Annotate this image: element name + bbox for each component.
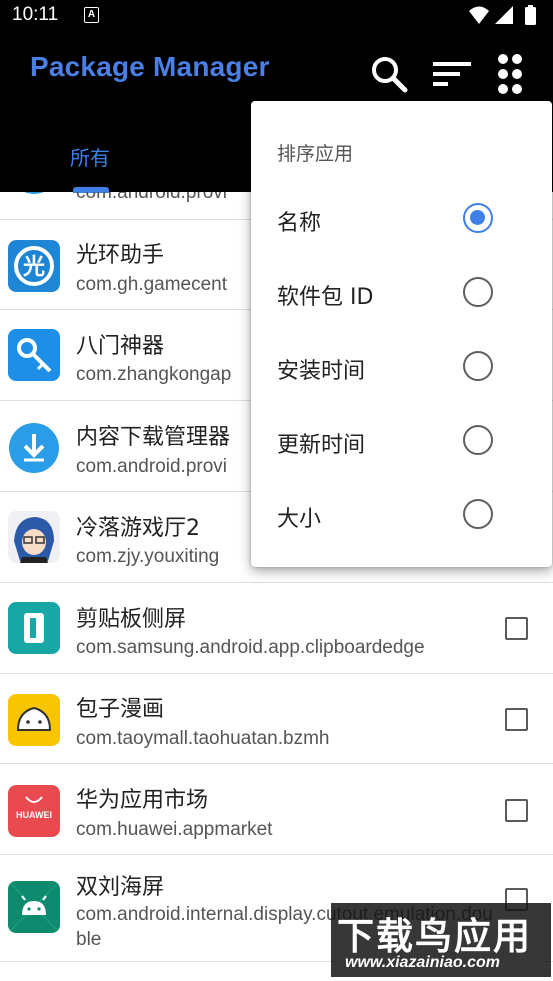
sort-option-name[interactable]: 名称 [251, 187, 552, 261]
app-name: 八门神器 [76, 334, 165, 359]
android-app-icon [8, 881, 60, 933]
select-checkbox[interactable] [505, 708, 528, 731]
status-bar: 10:11 A [0, 0, 553, 30]
huawei-app-icon: HUAWEI [8, 785, 60, 837]
wifi-icon [469, 6, 489, 24]
sort-option-size[interactable]: 大小 [251, 483, 552, 557]
sort-option-label: 软件包 ID [277, 285, 374, 310]
radio[interactable] [463, 425, 493, 455]
app-package: com.android.provi [76, 192, 228, 203]
guanghuan-app-icon: 光 [8, 240, 60, 292]
app-package: com.zjy.youxiting [76, 546, 220, 567]
svg-text:光: 光 [22, 255, 45, 280]
select-checkbox[interactable] [505, 799, 528, 822]
huawei-logo-text: HUAWEI [16, 810, 52, 820]
signal-icon [495, 6, 513, 24]
partial-app-icon [8, 192, 60, 194]
sort-option-label: 更新时间 [277, 433, 366, 458]
sort-option-update-time[interactable]: 更新时间 [251, 409, 552, 483]
app-title: Package Manager [30, 51, 270, 82]
list-item[interactable]: 剪贴板侧屏 com.samsung.android.app.clipboarde… [0, 584, 553, 674]
download-app-icon [8, 422, 60, 474]
app-name: 内容下载管理器 [76, 425, 231, 450]
notification-icon: A [84, 7, 99, 23]
watermark-text: 下载鸟应用 [337, 915, 532, 958]
select-checkbox[interactable] [505, 617, 528, 640]
app-package: com.gh.gamecent [76, 274, 228, 295]
sort-option-install-time[interactable]: 安装时间 [251, 335, 552, 409]
sort-menu: 排序应用 名称 软件包 ID 安装时间 更新时间 大小 [251, 101, 552, 567]
battery-icon [525, 5, 536, 25]
watermark-url: www.xiazainiao.com [345, 954, 501, 971]
sort-icon[interactable] [430, 52, 474, 96]
app-name: 光环助手 [76, 243, 165, 268]
list-item[interactable]: 包子漫画 com.taoymall.taohuatan.bzmh [0, 674, 553, 764]
app-package: com.android.provi [76, 456, 228, 477]
tab-all[interactable]: 所有 [70, 142, 110, 171]
app-package: com.zhangkongap [76, 364, 232, 385]
app-name: 冷落游戏厅2 [76, 516, 200, 541]
radio[interactable] [463, 277, 493, 307]
baozi-app-icon [8, 694, 60, 746]
status-time: 10:11 [12, 4, 59, 25]
clipboard-app-icon [8, 602, 60, 654]
sort-option-label: 大小 [277, 507, 322, 532]
list-item[interactable]: HUAWEI 华为应用市场 com.huawei.appmarket [0, 765, 553, 855]
anime-avatar-app-icon [8, 511, 60, 563]
radio[interactable] [463, 499, 493, 529]
watermark: 下载鸟应用 www.xiazainiao.com [331, 903, 551, 977]
app-package: com.taoymall.taohuatan.bzmh [76, 728, 330, 749]
sort-option-package-id[interactable]: 软件包 ID [251, 261, 552, 335]
bamen-key-app-icon [8, 329, 60, 381]
radio[interactable] [463, 351, 493, 381]
search-icon[interactable] [367, 52, 411, 96]
app-package: com.huawei.appmarket [76, 819, 273, 840]
app-name: 包子漫画 [76, 697, 165, 722]
grid-menu-icon[interactable] [488, 52, 532, 96]
app-package: com.samsung.android.app.clipboardedge [76, 637, 425, 658]
sort-option-label: 名称 [277, 211, 322, 236]
app-name: 华为应用市场 [76, 788, 209, 813]
radio-selected[interactable] [463, 203, 493, 233]
app-name: 双刘海屏 [76, 875, 165, 900]
sort-option-label: 安装时间 [277, 359, 366, 384]
status-icons [469, 5, 536, 25]
app-name: 剪贴板侧屏 [76, 607, 187, 632]
sort-menu-title: 排序应用 [277, 143, 354, 165]
